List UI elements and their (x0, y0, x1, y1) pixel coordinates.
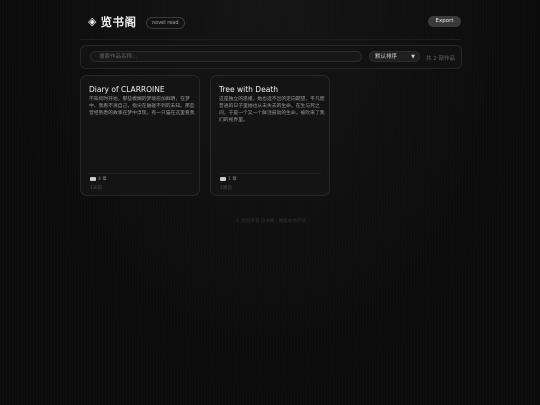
book-logo-icon: ◈ (88, 15, 97, 28)
chapter-count: 4 章 (90, 176, 107, 182)
chapter-count-text: 1 章 (228, 177, 237, 182)
footer: © 版权所有 览书阁 · 数据本地存储 (235, 219, 306, 224)
search-input[interactable]: 搜索作品名称... (90, 51, 362, 62)
work-card[interactable]: Diary of CLARROINE 不知何时开始，那些模糊的梦境愈加鲜明，在梦… (80, 75, 200, 196)
sort-selected-label: 默认排序 (375, 54, 398, 60)
logo[interactable]: ◈ 览书阁 (88, 15, 136, 29)
card-title: Tree with Death (219, 85, 278, 94)
book-icon (220, 177, 226, 181)
chapter-count-text: 4 章 (98, 177, 107, 182)
book-icon (90, 177, 96, 181)
subtitle-badge: novel read (146, 17, 185, 29)
card-divider (219, 173, 321, 174)
card-date: 1周前 (220, 186, 232, 191)
export-button[interactable]: Export (428, 16, 461, 27)
card-description: 不知何时开始，那些模糊的梦境愈加鲜明，在梦中，我看不清自己，指尖在触碰不到的未知… (89, 97, 195, 116)
card-title: Diary of CLARROINE (89, 85, 165, 94)
work-count: 共 2 部作品 (426, 56, 455, 62)
chevron-down-icon: ▼ (411, 54, 415, 60)
search-panel: 搜索作品名称... 默认排序 ▼ 共 2 部作品 (80, 45, 462, 69)
header-divider (80, 39, 461, 40)
work-card[interactable]: Tree with Death 这是独立的思绪，她也选不出的定向期望。平凡而普通… (210, 75, 330, 196)
card-description: 这是独立的思绪，她也选不出的定向期望。平凡而普通的日子里她也从未失去的生命。在生… (219, 97, 325, 123)
header: ◈ 览书阁 novel read Export (80, 12, 461, 34)
app-title: 览书阁 (100, 15, 137, 29)
sort-select[interactable]: 默认排序 ▼ (369, 51, 420, 62)
chapter-count: 1 章 (220, 176, 237, 182)
card-divider (89, 173, 191, 174)
card-date: 1天前 (90, 186, 102, 191)
app-container: ◈ 览书阁 novel read Export 搜索作品名称... 默认排序 ▼… (80, 12, 462, 224)
